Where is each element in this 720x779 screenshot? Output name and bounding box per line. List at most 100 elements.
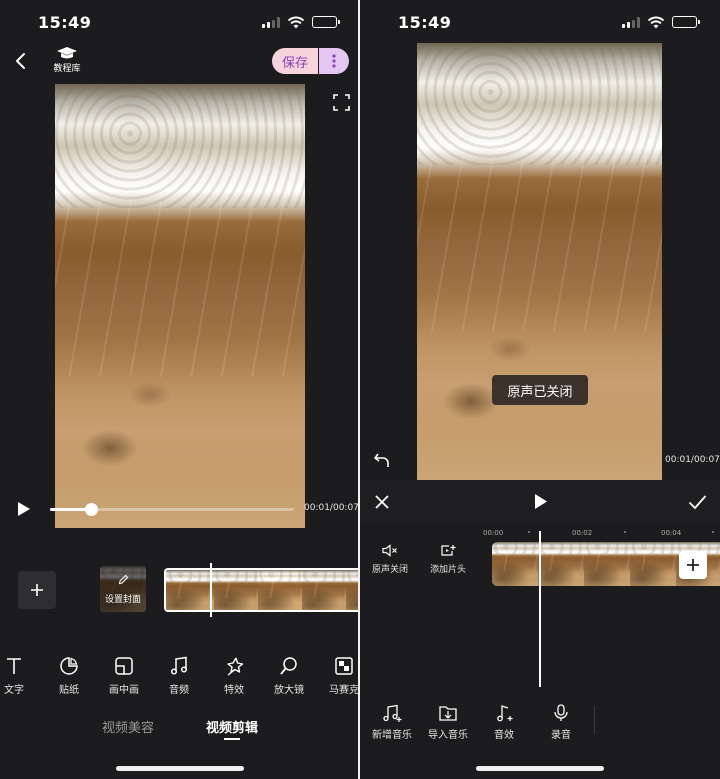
- tool-label: 文字: [4, 685, 24, 696]
- magnifier-icon: [280, 657, 297, 675]
- tool-text[interactable]: 文字: [0, 656, 41, 696]
- tutorial-label: 教程库: [53, 64, 81, 74]
- add-clip-button[interactable]: [679, 551, 707, 579]
- set-cover-button[interactable]: 设置封面: [100, 566, 146, 612]
- clip-thumbnail: [166, 570, 214, 610]
- ruler-dot: [528, 531, 530, 533]
- effects-icon: [227, 657, 244, 676]
- playhead[interactable]: [539, 531, 541, 687]
- editor-main-screen: 15:49 教程库 保存 00:01/00:07 设置封面 文字 贴纸 画中画 …: [0, 0, 360, 779]
- wifi-icon: [647, 16, 665, 28]
- microphone-icon: [554, 704, 568, 721]
- sticker-icon: [60, 657, 78, 675]
- music-icon: [170, 656, 188, 675]
- cellular-signal-icon: [262, 16, 280, 28]
- tool-audio[interactable]: 音频: [152, 656, 206, 696]
- ruler-tick-label: 00:02: [572, 529, 593, 537]
- import-music-button[interactable]: 导入音乐: [418, 704, 478, 741]
- graduation-cap-icon: [57, 47, 77, 59]
- fullscreen-icon[interactable]: [333, 94, 350, 111]
- clip-thumbnail: [584, 542, 630, 586]
- save-button[interactable]: 保存: [272, 48, 318, 74]
- playhead[interactable]: [210, 563, 212, 617]
- add-music-button[interactable]: 新增音乐: [362, 704, 422, 741]
- home-indicator: [476, 766, 604, 771]
- tab-video-beauty[interactable]: 视频美容: [102, 717, 154, 736]
- plus-icon: [687, 559, 699, 571]
- tool-sticker[interactable]: 贴纸: [42, 656, 96, 696]
- add-music-icon: [383, 704, 402, 722]
- confirm-check-icon[interactable]: [688, 494, 707, 510]
- ruler-tick-label: 00:00: [483, 529, 504, 537]
- clip-thumbnail: [214, 570, 258, 610]
- add-intro-button[interactable]: 添加片头: [424, 544, 472, 575]
- back-arrow-icon[interactable]: [12, 52, 30, 70]
- tool-mosaic[interactable]: 马赛克: [317, 656, 360, 696]
- play-icon[interactable]: [16, 501, 31, 517]
- time-readout: 00:01/00:07: [304, 503, 359, 513]
- sound-effect-icon: [497, 705, 513, 722]
- mute-original-label: 原声关闭: [371, 565, 408, 575]
- add-music-label: 新增音乐: [372, 730, 412, 741]
- status-time: 15:49: [38, 13, 92, 32]
- battery-icon: [672, 16, 700, 28]
- close-icon[interactable]: [374, 494, 390, 510]
- sound-effect-label: 音效: [494, 730, 514, 741]
- more-button[interactable]: [319, 48, 349, 74]
- import-music-icon: [439, 706, 457, 721]
- plus-icon: [31, 584, 43, 596]
- status-time: 15:49: [398, 13, 452, 32]
- record-button[interactable]: 录音: [531, 704, 591, 741]
- text-icon: [7, 658, 21, 674]
- toast-message: 原声已关闭: [492, 375, 588, 405]
- mosaic-icon: [335, 657, 353, 675]
- set-cover-label: 设置封面: [104, 595, 141, 605]
- tab-video-edit[interactable]: 视频剪辑: [206, 717, 258, 736]
- time-readout: 00:01/00:07: [665, 455, 720, 465]
- undo-icon[interactable]: [373, 451, 391, 469]
- cellular-signal-icon: [622, 16, 640, 28]
- add-intro-icon: [441, 545, 456, 556]
- tutorial-button[interactable]: 教程库: [50, 46, 84, 74]
- video-clip-strip[interactable]: [164, 568, 360, 612]
- tool-magnifier[interactable]: 放大镜: [262, 656, 316, 696]
- video-preview[interactable]: [417, 43, 662, 480]
- status-icons: [262, 15, 340, 29]
- status-icons: [622, 15, 700, 29]
- battery-icon: [312, 16, 340, 28]
- mute-original-button[interactable]: 原声关闭: [366, 544, 414, 575]
- add-intro-label: 添加片头: [429, 565, 466, 575]
- tool-label: 画中画: [109, 685, 139, 696]
- ruler-dot: [624, 531, 626, 533]
- home-indicator: [116, 766, 244, 771]
- tool-effects[interactable]: 特效: [207, 656, 261, 696]
- clip-thumbnail: [630, 542, 676, 586]
- sound-effect-button[interactable]: 音效: [474, 704, 534, 741]
- pencil-icon: [118, 574, 129, 585]
- wifi-icon: [287, 16, 305, 28]
- speaker-mute-icon: [382, 544, 397, 557]
- tool-label: 音频: [169, 685, 189, 696]
- progress-track[interactable]: [50, 503, 294, 516]
- clip-thumbnail: [302, 570, 346, 610]
- tool-label: 贴纸: [59, 685, 79, 696]
- video-preview[interactable]: [55, 84, 305, 528]
- play-icon[interactable]: [533, 493, 548, 510]
- import-music-label: 导入音乐: [428, 730, 468, 741]
- clip-thumbnail: [258, 570, 302, 610]
- toolbar-separator: [594, 706, 595, 734]
- progress-knob[interactable]: [84, 503, 98, 516]
- tool-pip[interactable]: 画中画: [97, 656, 151, 696]
- tool-label: 放大镜: [274, 685, 304, 696]
- tool-label: 特效: [224, 685, 244, 696]
- more-dots-icon: [332, 54, 336, 68]
- ruler-dot: [712, 531, 714, 533]
- tool-label: 马赛克: [329, 685, 359, 696]
- clip-thumbnail: [492, 542, 538, 586]
- add-clip-button[interactable]: [18, 571, 56, 609]
- record-label: 录音: [551, 730, 571, 741]
- pip-icon: [115, 657, 133, 675]
- audio-editor-screen: 15:49 原声已关闭 00:01/00:07 00:00 00:02 00:0…: [360, 0, 720, 779]
- ruler-tick-label: 00:04: [661, 529, 682, 537]
- active-tab-indicator: [224, 738, 240, 740]
